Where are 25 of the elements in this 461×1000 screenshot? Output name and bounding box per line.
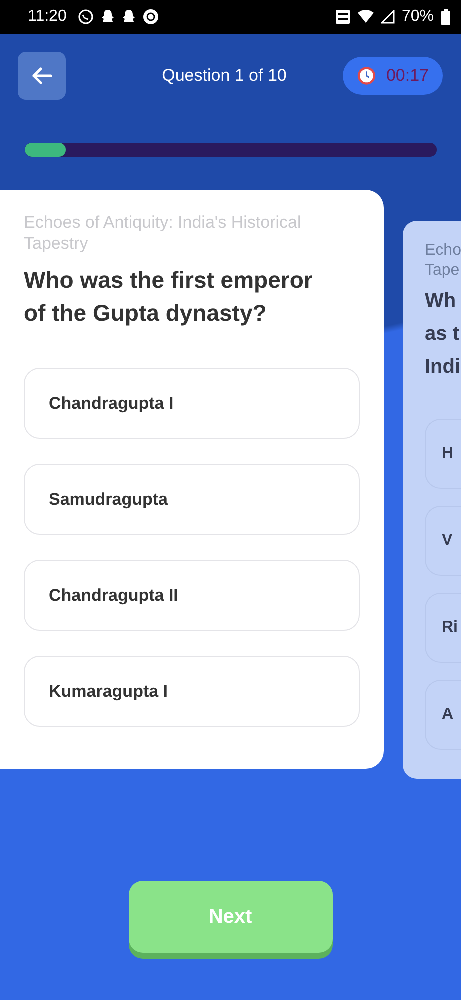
back-button[interactable] <box>18 52 66 100</box>
answer-option[interactable]: Samudragupta <box>24 464 360 535</box>
clock-icon <box>357 65 376 87</box>
signal-icon <box>380 10 395 24</box>
battery-icon <box>441 8 451 26</box>
question-text: Wh as t Indi <box>425 289 461 380</box>
answer-option[interactable]: A <box>425 680 461 750</box>
question-counter: Question 1 of 10 <box>161 66 288 86</box>
circle-logo-icon <box>142 9 159 25</box>
question-text: Who was the first emperor of the Gupta dynasty? <box>24 266 314 328</box>
answer-option[interactable]: Kumaragupta I <box>24 656 360 727</box>
answer-option[interactable]: H <box>425 419 461 489</box>
wifi-icon <box>358 10 374 24</box>
status-time: 11:20 <box>28 8 67 26</box>
answer-option[interactable]: Chandragupta I <box>24 368 360 439</box>
ghost-icon <box>122 9 136 25</box>
ghost-icon <box>100 9 115 25</box>
answer-option[interactable]: Chandragupta II <box>24 560 360 631</box>
timer-text: 00:17 <box>386 66 429 86</box>
back-arrow-icon <box>31 67 53 85</box>
battery-percent: 70% <box>402 8 434 26</box>
category-label: Echo Tape <box>425 241 461 281</box>
answer-option[interactable]: Ri <box>425 593 461 663</box>
answer-option[interactable]: V <box>425 506 461 576</box>
chat-icon <box>78 9 94 25</box>
